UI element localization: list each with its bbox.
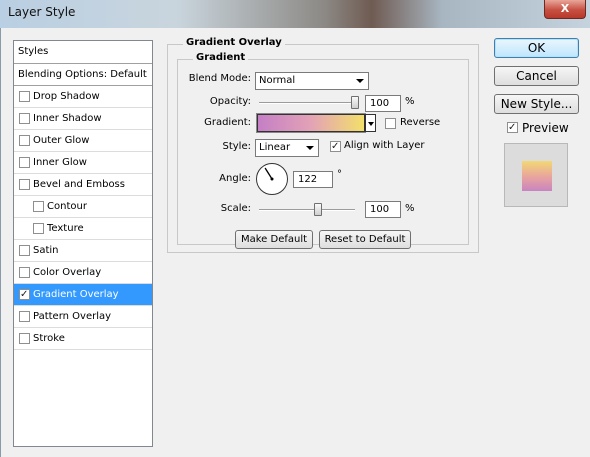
align-with-layer-label: Align with Layer [344, 140, 425, 151]
style-item-label: Inner Glow [33, 157, 87, 168]
degree-unit: ° [337, 169, 342, 180]
style-checkbox[interactable] [19, 311, 30, 322]
style-item-label: Texture [47, 223, 84, 234]
style-checkbox[interactable] [19, 285, 30, 304]
style-item-label: Bevel and Emboss [33, 179, 125, 190]
chevron-down-icon [356, 79, 364, 83]
preview-label: Preview [522, 121, 569, 135]
style-checkbox[interactable] [19, 179, 30, 190]
gradient-label: Gradient: [204, 117, 251, 128]
scale-unit: % [405, 203, 415, 214]
layer-style-dialog: Styles Blending Options: Default Drop Sh… [0, 28, 590, 457]
window-title: Layer Style [8, 5, 76, 19]
style-checkbox[interactable] [33, 201, 44, 212]
ok-button[interactable]: OK [494, 38, 579, 58]
chevron-down-icon [306, 146, 314, 150]
style-checkbox[interactable] [19, 113, 30, 124]
style-item-stroke[interactable]: Stroke [14, 328, 152, 350]
style-item-inner-shadow[interactable]: Inner Shadow [14, 108, 152, 130]
angle-label: Angle: [219, 173, 251, 184]
style-item-contour[interactable]: Contour [14, 196, 152, 218]
reset-to-default-button[interactable]: Reset to Default [319, 230, 411, 249]
blend-mode-label: Blend Mode: [188, 73, 251, 84]
style-checkbox[interactable] [19, 333, 30, 344]
style-checkbox[interactable] [19, 267, 30, 278]
style-item-pattern-overlay[interactable]: Pattern Overlay [14, 306, 152, 328]
style-item-label: Pattern Overlay [33, 311, 112, 322]
make-default-button[interactable]: Make Default [235, 230, 313, 249]
angle-needle-icon [264, 167, 274, 181]
style-item-bevel-and-emboss[interactable]: Bevel and Emboss [14, 174, 152, 196]
style-item-satin[interactable]: Satin [14, 240, 152, 262]
style-item-label: Satin [33, 245, 59, 256]
styles-header[interactable]: Styles [14, 41, 152, 64]
angle-input[interactable]: 122 [293, 171, 333, 188]
style-item-texture[interactable]: Texture [14, 218, 152, 240]
style-item-label: Drop Shadow [33, 91, 100, 102]
cancel-button[interactable]: Cancel [494, 66, 579, 86]
style-checkbox[interactable] [19, 245, 30, 256]
style-label: Style: [222, 141, 252, 152]
blending-options-item[interactable]: Blending Options: Default [14, 64, 152, 86]
opacity-label: Opacity: [209, 96, 251, 107]
preview-swatch [522, 161, 552, 191]
gradient-overlay-title: Gradient Overlay [183, 37, 285, 48]
style-item-drop-shadow[interactable]: Drop Shadow [14, 86, 152, 108]
close-button[interactable]: X [544, 0, 586, 19]
gradient-group-title: Gradient [193, 52, 249, 63]
style-item-label: Outer Glow [33, 135, 90, 146]
style-item-label: Gradient Overlay [33, 289, 119, 300]
style-item-gradient-overlay[interactable]: Gradient Overlay [14, 284, 152, 306]
close-icon[interactable]: X [561, 2, 569, 15]
style-checkbox[interactable] [19, 91, 30, 102]
style-select[interactable]: Linear [255, 139, 319, 157]
reverse-checkbox[interactable] [385, 118, 396, 129]
opacity-input[interactable]: 100 [365, 95, 401, 112]
style-item-label: Stroke [33, 333, 65, 344]
angle-dial[interactable] [256, 163, 288, 195]
preview-checkbox[interactable] [507, 119, 518, 136]
blend-mode-select[interactable]: Normal [255, 72, 369, 90]
scale-slider-thumb[interactable] [314, 203, 322, 216]
scale-input[interactable]: 100 [365, 201, 401, 218]
style-item-label: Color Overlay [33, 267, 102, 278]
styles-list: Styles Blending Options: Default Drop Sh… [13, 40, 153, 447]
opacity-unit: % [405, 96, 415, 107]
blend-mode-value: Normal [259, 75, 296, 86]
style-item-label: Contour [47, 201, 87, 212]
scale-slider-track[interactable] [259, 209, 355, 211]
style-item-outer-glow[interactable]: Outer Glow [14, 130, 152, 152]
chevron-down-icon [368, 122, 374, 126]
title-bar: Layer Style X [0, 0, 590, 29]
new-style-button[interactable]: New Style... [494, 94, 579, 114]
gradient-swatch[interactable] [256, 113, 366, 133]
style-value: Linear [259, 142, 291, 153]
opacity-slider-thumb[interactable] [351, 96, 359, 109]
scale-label: Scale: [220, 203, 251, 214]
style-item-inner-glow[interactable]: Inner Glow [14, 152, 152, 174]
style-item-color-overlay[interactable]: Color Overlay [14, 262, 152, 284]
align-with-layer-checkbox[interactable] [330, 138, 341, 155]
style-checkbox[interactable] [19, 135, 30, 146]
opacity-slider-track[interactable] [259, 102, 359, 104]
gradient-picker-button[interactable] [365, 114, 376, 132]
style-item-label: Inner Shadow [33, 113, 102, 124]
style-preview [504, 143, 568, 207]
style-checkbox[interactable] [33, 223, 44, 234]
style-checkbox[interactable] [19, 157, 30, 168]
reverse-label: Reverse [400, 117, 441, 128]
